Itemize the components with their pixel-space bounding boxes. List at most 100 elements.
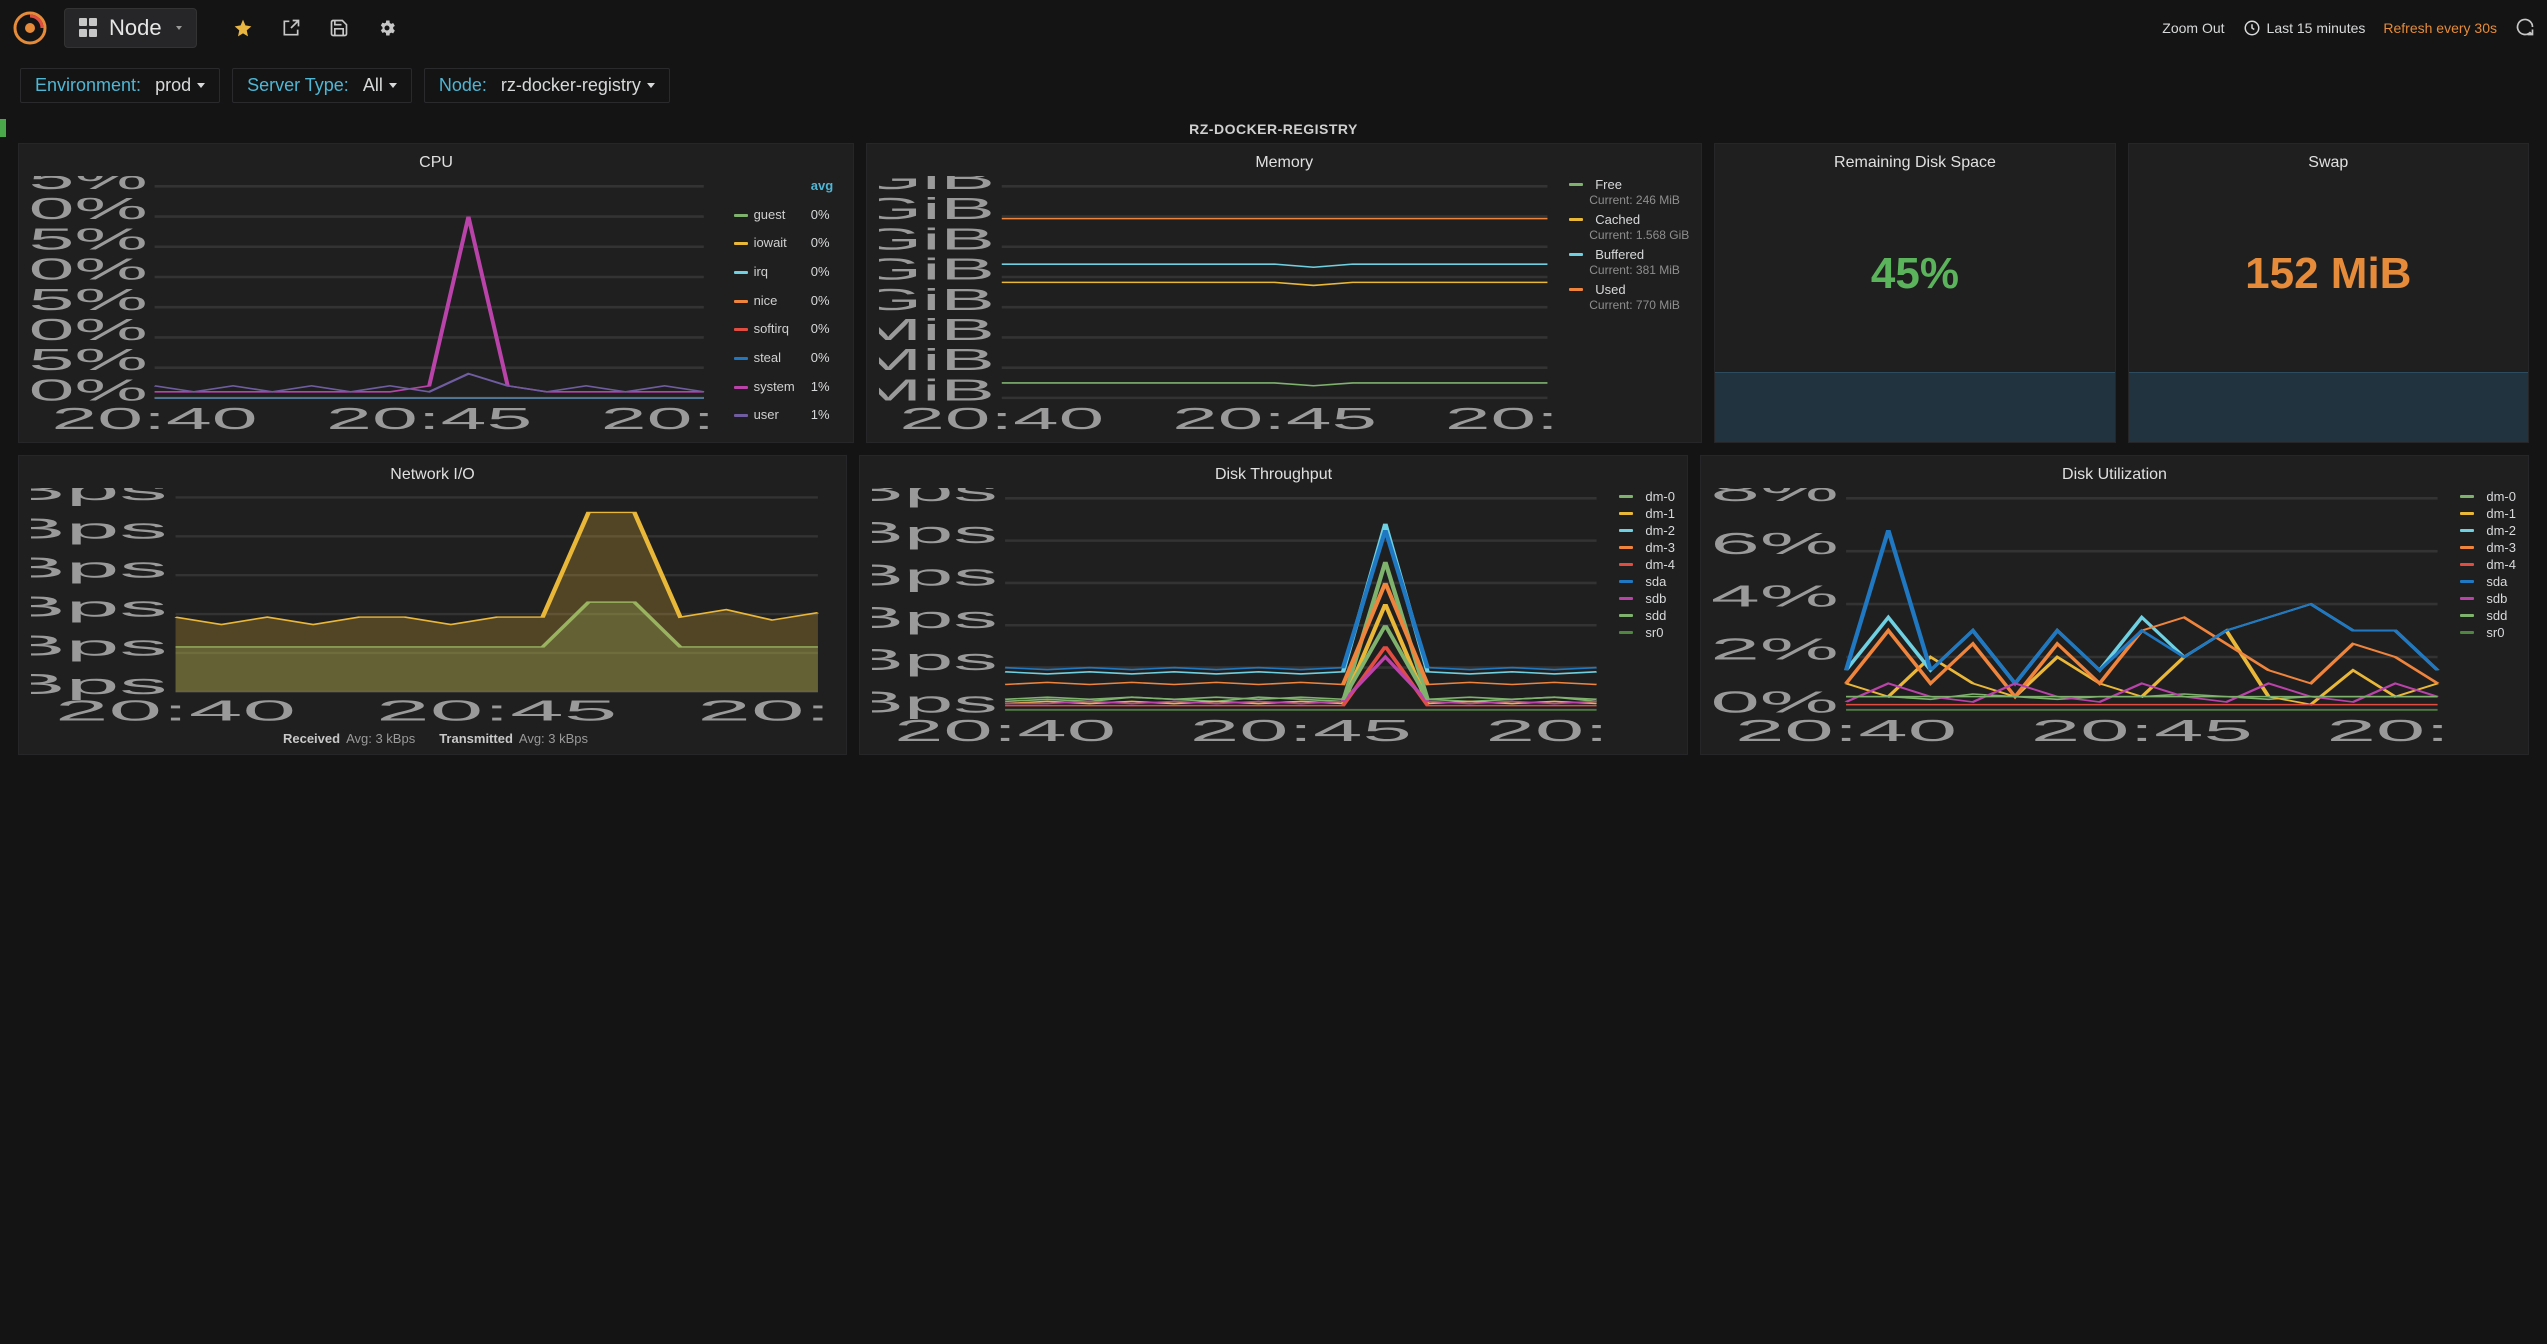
- legend-item[interactable]: softirq 0%: [726, 319, 842, 348]
- legend-item[interactable]: dm-3: [2460, 539, 2516, 556]
- legend: FreeCurrent: 246 MiBCachedCurrent: 1.568…: [1569, 176, 1689, 434]
- chart-plot[interactable]: 0%5%10%15%20%25%30%35%20:4020:4520:50: [31, 176, 718, 434]
- share-icon[interactable]: [281, 18, 301, 38]
- legend-item[interactable]: dm-1: [2460, 505, 2516, 522]
- legend: dm-0dm-1dm-2dm-3dm-4sdasdbsddsr0: [2460, 488, 2516, 746]
- svg-text:20:50: 20:50: [601, 401, 718, 434]
- svg-text:0.6%: 0.6%: [1713, 526, 1839, 560]
- legend-item[interactable]: dm-0: [1619, 488, 1675, 505]
- grafana-logo[interactable]: [12, 10, 48, 46]
- legend-item[interactable]: iowait 0%: [726, 233, 842, 262]
- svg-text:500 MiB: 500 MiB: [879, 343, 995, 378]
- sparkline: [1715, 372, 2114, 442]
- row-handle[interactable]: [0, 119, 6, 137]
- refresh-icon[interactable]: [2515, 17, 2535, 40]
- dashboard-grid-icon: [79, 18, 99, 38]
- chevron-down-icon: [647, 83, 655, 88]
- svg-text:1.5 GiB: 1.5 GiB: [879, 282, 995, 317]
- legend-item[interactable]: dm-2: [1619, 522, 1675, 539]
- svg-text:8 kBps: 8 kBps: [31, 552, 168, 584]
- legend-item[interactable]: sdb: [1619, 590, 1675, 607]
- disk-space-value: 45%: [1727, 176, 2102, 372]
- legend-item[interactable]: Buffered: [1569, 246, 1689, 263]
- legend-item[interactable]: system 1%: [726, 377, 842, 406]
- legend-item[interactable]: sdd: [2460, 607, 2516, 624]
- svg-text:20:45: 20:45: [1172, 401, 1377, 434]
- legend-item[interactable]: sda: [1619, 573, 1675, 590]
- svg-text:35%: 35%: [31, 176, 148, 196]
- svg-text:3 kBps: 3 kBps: [31, 630, 168, 662]
- panel-disk-throughput[interactable]: Disk Throughput 0 Bps20 kBps40 kBps60 kB…: [859, 455, 1688, 755]
- svg-text:20%: 20%: [31, 252, 148, 286]
- legend-item[interactable]: sdb: [2460, 590, 2516, 607]
- legend-item[interactable]: Free: [1569, 176, 1689, 193]
- time-range-picker[interactable]: Last 15 minutes: [2243, 19, 2366, 37]
- legend-item[interactable]: sr0: [2460, 624, 2516, 641]
- panel-network-io[interactable]: Network I/O 0 Bps3 kBps5 kBps8 kBps10 kB…: [18, 455, 847, 755]
- legend-item[interactable]: sr0: [1619, 624, 1675, 641]
- panel-title: Disk Throughput: [872, 466, 1675, 484]
- svg-text:20:45: 20:45: [326, 401, 532, 434]
- svg-text:2.0 GiB: 2.0 GiB: [879, 252, 995, 287]
- svg-text:60 kBps: 60 kBps: [872, 558, 998, 592]
- panel-disk-utilization[interactable]: Disk Utilization 0%0.2%0.4%0.6%0.8%20:40…: [1700, 455, 2529, 755]
- time-range-label: Last 15 minutes: [2267, 20, 2366, 36]
- star-icon[interactable]: [233, 18, 253, 38]
- save-icon[interactable]: [329, 18, 349, 38]
- svg-text:15%: 15%: [31, 282, 148, 316]
- legend-item[interactable]: user 1%: [726, 405, 842, 434]
- navbar: Node Zoom Out Last 15 minutes Refresh ev…: [0, 0, 2547, 56]
- legend-item[interactable]: dm-4: [2460, 556, 2516, 573]
- sparkline: [2129, 372, 2528, 442]
- legend-item[interactable]: dm-4: [1619, 556, 1675, 573]
- legend-item[interactable]: sda: [2460, 573, 2516, 590]
- legend-item[interactable]: steal 0%: [726, 348, 842, 377]
- legend-item[interactable]: dm-2: [2460, 522, 2516, 539]
- legend: ReceivedAvg: 3 kBps TransmittedAvg: 3 kBp…: [31, 725, 834, 746]
- panel-cpu[interactable]: CPU 0%5%10%15%20%25%30%35%20:4020:4520:5…: [18, 143, 854, 443]
- svg-text:5 kBps: 5 kBps: [31, 591, 168, 623]
- legend-item[interactable]: irq 0%: [726, 262, 842, 291]
- tpl-server-type[interactable]: Server Type: All: [232, 68, 412, 103]
- tpl-node[interactable]: Node: rz-docker-registry: [424, 68, 670, 103]
- chart-plot[interactable]: 0%0.2%0.4%0.6%0.8%20:4020:4520:50: [1713, 488, 2452, 746]
- svg-text:0.4%: 0.4%: [1713, 579, 1839, 613]
- chevron-down-icon: [176, 26, 182, 30]
- legend-item[interactable]: ReceivedAvg: 3 kBps: [277, 731, 415, 746]
- legend-item[interactable]: dm-1: [1619, 505, 1675, 522]
- panel-swap[interactable]: Swap 152 MiB: [2128, 143, 2529, 443]
- chart-plot[interactable]: 0 Bps3 kBps5 kBps8 kBps10 kBps13 kBps20:…: [31, 488, 834, 725]
- legend-item[interactable]: dm-3: [1619, 539, 1675, 556]
- clock-icon: [2243, 19, 2261, 37]
- svg-text:10%: 10%: [31, 313, 148, 347]
- panel-disk-space[interactable]: Remaining Disk Space 45%: [1714, 143, 2115, 443]
- panel-memory[interactable]: Memory 0 MiB500 MiB1000 MiB1.5 GiB2.0 Gi…: [866, 143, 1702, 443]
- svg-text:1000 MiB: 1000 MiB: [879, 312, 995, 347]
- chart-plot[interactable]: 0 Bps20 kBps40 kBps60 kBps80 kBps100 kBp…: [872, 488, 1611, 746]
- legend-item[interactable]: nice 0%: [726, 291, 842, 320]
- legend-item[interactable]: sdd: [1619, 607, 1675, 624]
- gear-icon[interactable]: [377, 18, 397, 38]
- zoom-out-button[interactable]: Zoom Out: [2162, 20, 2224, 36]
- dashboard-picker[interactable]: Node: [64, 8, 197, 48]
- svg-text:20:45: 20:45: [376, 695, 617, 725]
- svg-text:20:45: 20:45: [2031, 713, 2253, 746]
- svg-text:20:40: 20:40: [55, 695, 296, 725]
- refresh-interval[interactable]: Refresh every 30s: [2383, 20, 2497, 36]
- legend-item[interactable]: Cached: [1569, 211, 1689, 228]
- chevron-down-icon: [197, 83, 205, 88]
- svg-text:0.2%: 0.2%: [1713, 632, 1839, 666]
- legend-item[interactable]: Used: [1569, 281, 1689, 298]
- svg-text:20:40: 20:40: [1735, 713, 1957, 746]
- svg-text:20:40: 20:40: [894, 713, 1116, 746]
- panel-title: Network I/O: [31, 466, 834, 484]
- legend-item[interactable]: TransmittedAvg: 3 kBps: [433, 731, 588, 746]
- svg-text:20:50: 20:50: [1486, 713, 1612, 746]
- svg-text:13 kBps: 13 kBps: [31, 488, 168, 506]
- legend-item[interactable]: dm-0: [2460, 488, 2516, 505]
- chart-plot[interactable]: 0 MiB500 MiB1000 MiB1.5 GiB2.0 GiB2.4 Gi…: [879, 176, 1561, 434]
- chevron-down-icon: [389, 83, 397, 88]
- svg-text:3.4 GiB: 3.4 GiB: [879, 176, 995, 196]
- tpl-environment[interactable]: Environment: prod: [20, 68, 220, 103]
- legend-item[interactable]: guest 0%: [726, 205, 842, 234]
